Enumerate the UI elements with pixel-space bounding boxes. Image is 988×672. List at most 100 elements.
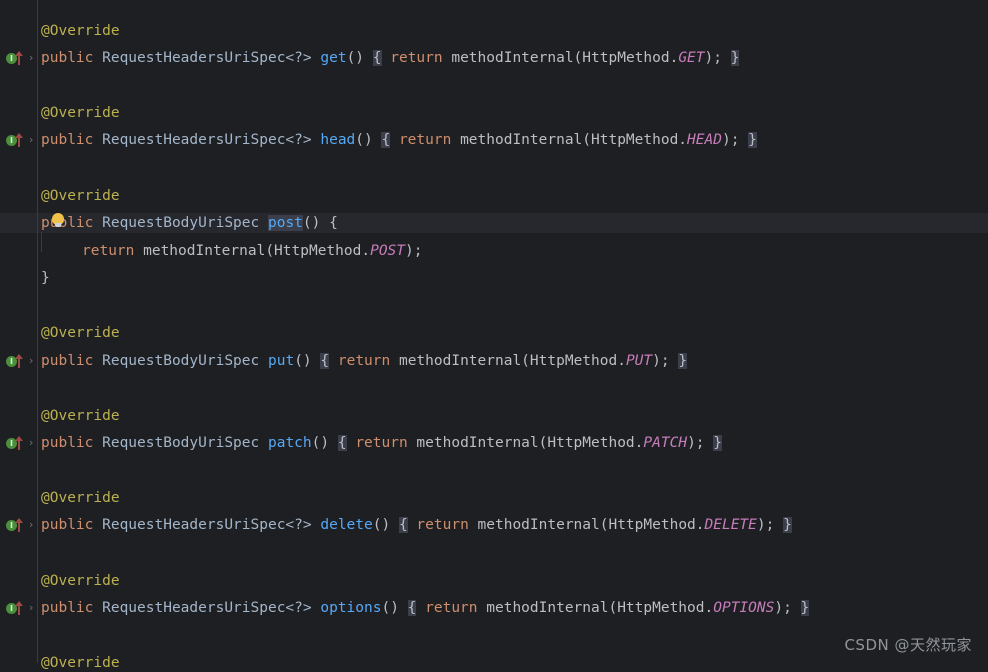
gutter-implementation-marker[interactable]: I › xyxy=(0,352,38,370)
code-token: RequestBodyUriSpec xyxy=(102,435,268,451)
code-token: head xyxy=(320,132,356,148)
chevron-right-icon[interactable]: › xyxy=(29,49,33,67)
implementing-method-icon[interactable]: I xyxy=(6,435,26,451)
gutter-implementation-marker[interactable]: I › xyxy=(0,599,38,617)
gutter-implementation-marker[interactable]: I › xyxy=(0,434,38,452)
code-token: methodInternal(HttpMethod. xyxy=(486,600,714,616)
code-line[interactable]: @Override xyxy=(41,489,120,507)
code-token: @Override xyxy=(41,105,120,121)
up-arrow-head-icon xyxy=(15,133,23,138)
code-line[interactable]: @Override xyxy=(41,187,120,205)
gutter-implementation-marker[interactable]: I › xyxy=(0,131,38,149)
code-token: () { xyxy=(302,215,338,231)
code-token: GET xyxy=(678,50,705,66)
code-token: RequestBodyUriSpec xyxy=(102,215,268,231)
code-line[interactable]: @Override xyxy=(41,104,120,122)
code-token: () xyxy=(381,600,408,616)
code-token: options xyxy=(320,600,382,616)
code-line[interactable]: public RequestBodyUriSpec patch() { retu… xyxy=(41,434,722,452)
code-token: () xyxy=(311,435,338,451)
up-arrow-head-icon xyxy=(15,51,23,56)
editor-gutter[interactable]: I›I›II›I›I›I› xyxy=(0,0,38,663)
code-token: @Override xyxy=(41,573,120,589)
code-line[interactable]: @Override xyxy=(41,572,120,590)
code-token: @Override xyxy=(41,408,120,424)
code-token: return xyxy=(82,243,144,259)
code-token: RequestHeadersUriSpec<?> xyxy=(102,132,321,148)
code-token: get xyxy=(320,50,347,66)
code-token: public xyxy=(41,435,103,451)
code-token: @Override xyxy=(41,325,120,341)
implementing-method-icon[interactable]: I xyxy=(6,517,26,533)
code-token: return xyxy=(416,517,478,533)
code-token: } xyxy=(748,132,757,148)
code-token: ); xyxy=(687,435,714,451)
code-token: () xyxy=(372,517,399,533)
implementing-method-icon[interactable]: I xyxy=(6,600,26,616)
code-token: } xyxy=(730,50,740,66)
implementing-method-icon[interactable]: I xyxy=(6,50,26,66)
gutter-implementation-marker[interactable]: I › xyxy=(0,516,38,534)
code-token: post xyxy=(267,215,303,231)
code-line[interactable]: @Override xyxy=(41,324,120,342)
code-token: () xyxy=(346,50,373,66)
code-token: () xyxy=(355,132,382,148)
code-token: } xyxy=(41,270,50,286)
code-token: return xyxy=(398,132,461,148)
code-token: methodInternal(HttpMethod. xyxy=(460,132,688,148)
code-token: RequestHeadersUriSpec<?> xyxy=(102,517,321,533)
code-token: POST xyxy=(370,243,406,259)
code-line[interactable]: @Override xyxy=(41,22,120,40)
code-token: PATCH xyxy=(643,435,688,451)
intention-bulb-icon[interactable] xyxy=(50,212,66,230)
code-line[interactable]: public RequestBodyUriSpec put() { return… xyxy=(41,352,688,370)
code-token: { xyxy=(372,50,382,66)
code-line[interactable]: @Override xyxy=(41,407,120,425)
up-arrow-head-icon xyxy=(15,354,23,359)
code-token: return xyxy=(425,600,487,616)
code-token: @Override xyxy=(41,490,120,506)
code-token: ); xyxy=(756,517,784,533)
implementing-method-icon[interactable]: I xyxy=(6,353,26,369)
code-editor[interactable]: @Override public RequestHeadersUriSpec<?>… xyxy=(0,0,988,671)
code-line[interactable]: public RequestHeadersUriSpec<?> head() {… xyxy=(41,131,757,149)
up-arrow-head-icon xyxy=(15,436,23,441)
code-token: } xyxy=(800,600,810,616)
chevron-right-icon[interactable]: › xyxy=(29,352,33,370)
code-line[interactable]: @Override xyxy=(41,654,120,672)
code-token: () xyxy=(294,353,321,369)
chevron-right-icon[interactable]: › xyxy=(29,599,33,617)
code-line[interactable]: public RequestHeadersUriSpec<?> options(… xyxy=(41,599,810,617)
chevron-right-icon[interactable]: › xyxy=(29,131,33,149)
code-token: delete xyxy=(320,517,373,533)
code-token: OPTIONS xyxy=(713,600,775,616)
code-token: { xyxy=(398,517,408,533)
code-text-area[interactable]: @Override public RequestHeadersUriSpec<?>… xyxy=(39,0,988,671)
implementing-method-icon[interactable]: I xyxy=(6,132,26,148)
code-line[interactable]: public RequestHeadersUriSpec<?> get() { … xyxy=(41,49,740,67)
code-token: return xyxy=(390,50,452,66)
code-token: return xyxy=(337,353,399,369)
code-line[interactable]: return methodInternal(HttpMethod.POST); xyxy=(82,242,422,260)
chevron-right-icon[interactable]: › xyxy=(29,434,33,452)
code-token: methodInternal(HttpMethod. xyxy=(143,243,371,259)
code-token: RequestBodyUriSpec xyxy=(102,353,268,369)
code-token: @Override xyxy=(41,188,120,204)
code-line[interactable]: } xyxy=(41,269,50,287)
gutter-implementation-marker[interactable]: I › xyxy=(0,49,38,67)
chevron-right-icon[interactable]: › xyxy=(29,516,33,534)
up-arrow-head-icon xyxy=(15,601,23,606)
code-token: public xyxy=(41,517,103,533)
code-line[interactable]: public RequestHeadersUriSpec<?> delete()… xyxy=(41,516,792,534)
code-token: return xyxy=(355,435,417,451)
code-token: ); xyxy=(774,600,801,616)
code-token: } xyxy=(678,353,688,369)
code-line[interactable]: public RequestBodyUriSpec post() { xyxy=(41,214,338,232)
code-token: DELETE xyxy=(704,517,757,533)
code-token: ); xyxy=(405,243,423,259)
